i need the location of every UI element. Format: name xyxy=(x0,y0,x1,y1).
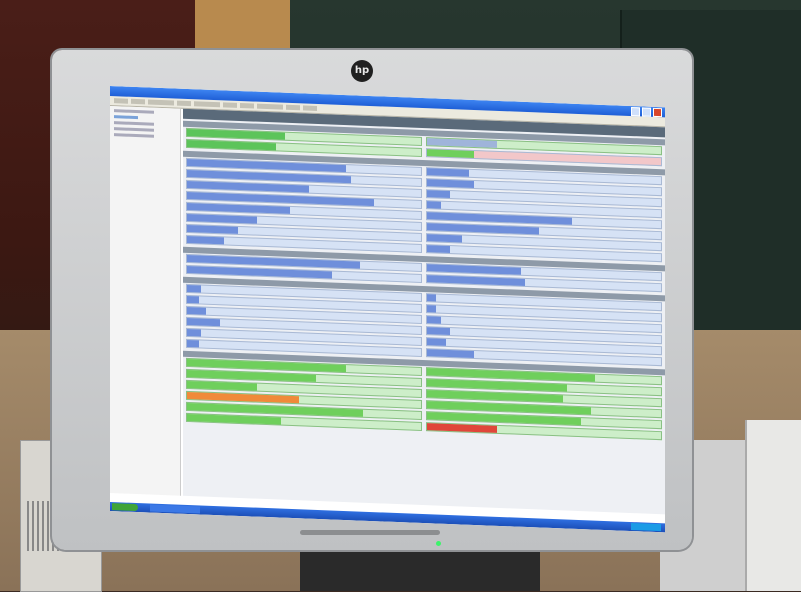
toolbar-button[interactable] xyxy=(223,102,237,108)
taskbar-app[interactable] xyxy=(150,504,200,514)
toolbar-button[interactable] xyxy=(286,104,300,111)
toolbar-button[interactable] xyxy=(148,99,174,106)
power-led-icon xyxy=(436,541,441,546)
toolbar-button[interactable] xyxy=(114,98,128,104)
screen xyxy=(110,86,665,533)
metric-bar xyxy=(187,235,225,245)
metric-bar xyxy=(187,139,276,151)
metric-bar xyxy=(187,213,258,224)
metric-bar xyxy=(427,349,474,358)
metric-bar xyxy=(427,423,498,433)
minimize-icon[interactable] xyxy=(631,107,640,117)
metric-bar xyxy=(427,275,526,286)
nav-item-selected[interactable] xyxy=(114,115,138,120)
toolbar-button[interactable] xyxy=(177,100,191,107)
monitoring-dashboard xyxy=(183,108,665,515)
device-right xyxy=(745,420,801,591)
toolbar-button[interactable] xyxy=(194,101,220,108)
metric-bar xyxy=(187,224,239,234)
metric-bar xyxy=(187,339,199,348)
metric-bar xyxy=(427,305,437,313)
start-button[interactable] xyxy=(112,503,138,512)
metric-bar xyxy=(187,284,202,293)
nav-item[interactable] xyxy=(114,121,154,126)
metric-bar xyxy=(427,138,498,148)
metric-bar xyxy=(187,295,199,304)
metric-bar xyxy=(187,265,333,279)
hp-logo: hp xyxy=(351,60,373,82)
metric-bar xyxy=(427,294,437,302)
close-icon[interactable] xyxy=(653,107,662,118)
toolbar-button[interactable] xyxy=(240,102,254,109)
metric-bar xyxy=(187,328,202,337)
window-controls xyxy=(631,107,662,118)
metric-bar xyxy=(187,306,206,315)
metric-bar xyxy=(427,168,470,177)
toolbar-button[interactable] xyxy=(257,103,283,110)
blue-group-1 xyxy=(183,157,665,264)
toolbar-button[interactable] xyxy=(131,98,145,105)
nav-item[interactable] xyxy=(114,127,154,132)
metric-bar xyxy=(427,245,451,254)
metric-bar xyxy=(427,327,451,336)
metric-bar xyxy=(427,179,474,188)
nav-item[interactable] xyxy=(114,109,154,114)
metric-bar xyxy=(187,380,258,391)
metric-bar xyxy=(427,149,474,158)
toolbar-button[interactable] xyxy=(303,105,317,111)
nav-item[interactable] xyxy=(114,133,154,138)
bezel-button-strip xyxy=(300,530,440,535)
system-tray-clock xyxy=(631,523,661,532)
maximize-icon[interactable] xyxy=(642,107,651,117)
metric-bar xyxy=(427,201,442,209)
metric-bar xyxy=(427,316,442,324)
metric-bar xyxy=(427,338,446,346)
left-navigation xyxy=(110,106,181,496)
metric-bar xyxy=(427,190,451,199)
content-area xyxy=(110,106,665,515)
metric-bar xyxy=(427,234,463,243)
metric-bar xyxy=(187,317,220,327)
metric-bar xyxy=(187,413,281,425)
